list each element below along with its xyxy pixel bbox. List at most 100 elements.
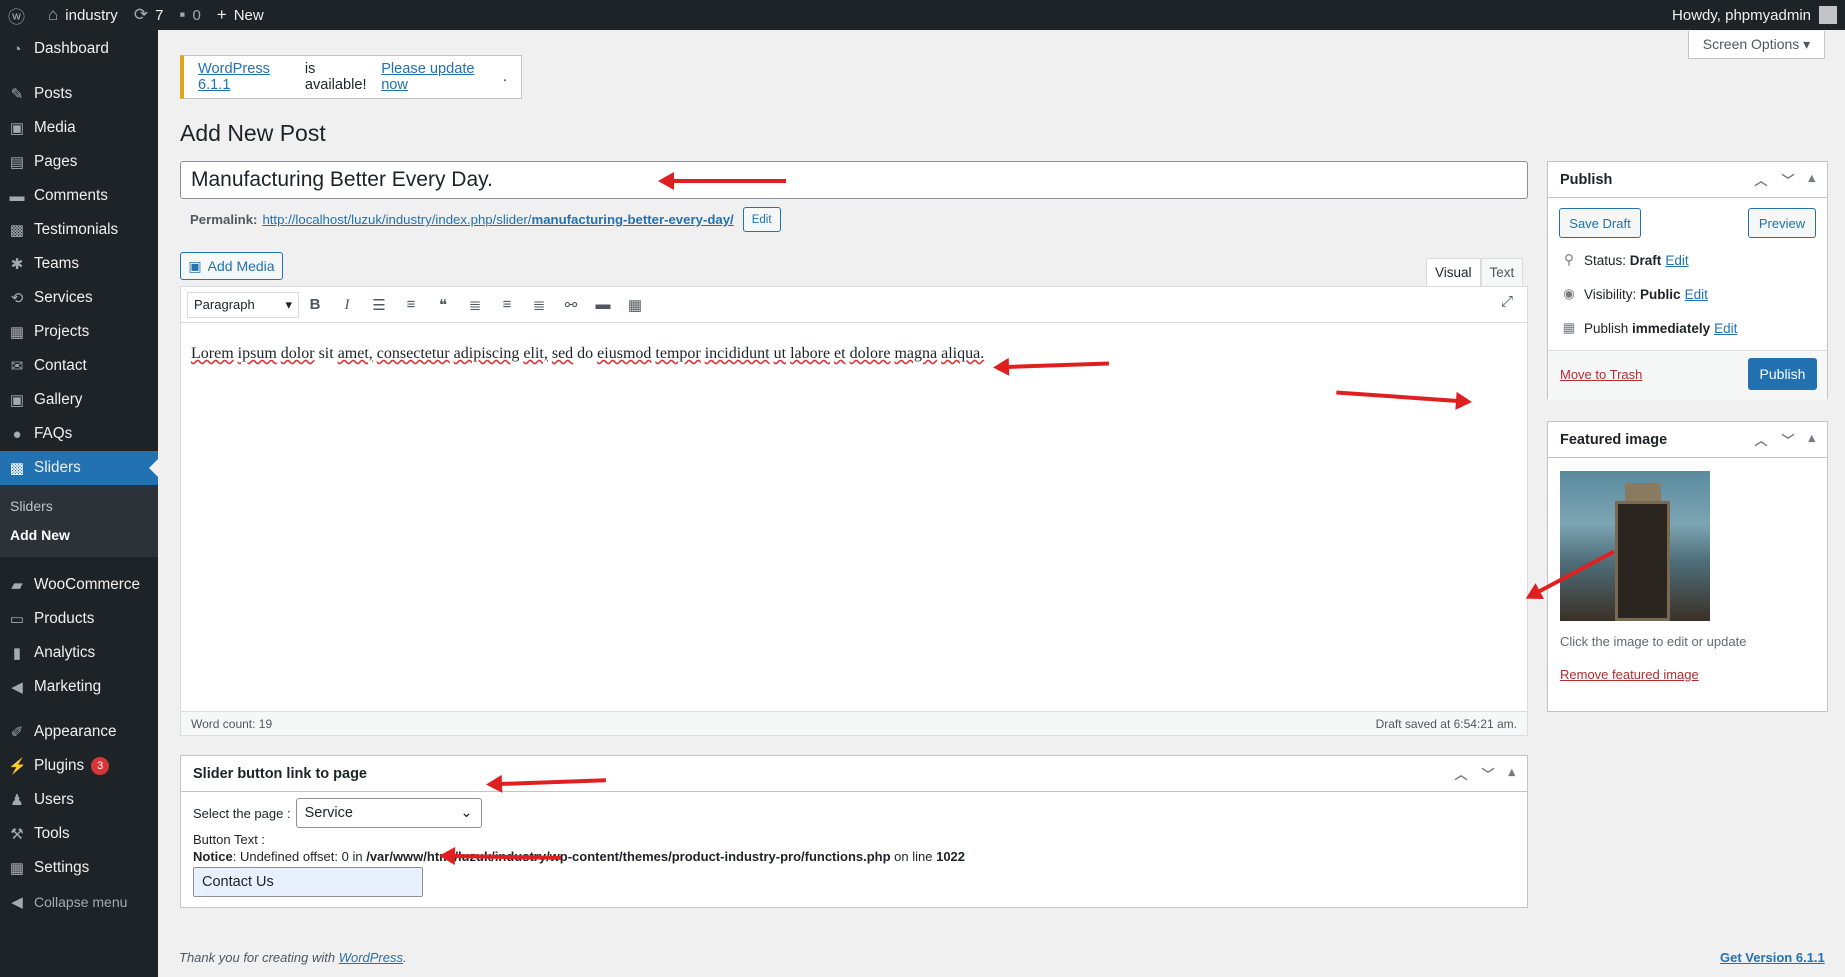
admin-sidebar: ◔ Dashboard ✎ Posts ▣ Media ▤ Pages ▬ Comments ▩ Te… (0, 30, 158, 977)
sidebar-item-sliders[interactable]: ▩ Sliders (0, 451, 158, 485)
sidebar-item-label: Teams (34, 255, 80, 272)
button-text-input[interactable]: Contact Us (193, 867, 423, 897)
link-icon[interactable]: ⚯ (555, 296, 587, 314)
align-center-icon[interactable]: ≡ (491, 296, 523, 313)
read-more-icon[interactable]: ▬ (587, 296, 619, 313)
sidebar-item-label: Analytics (34, 644, 96, 661)
footer-wordpress-link[interactable]: WordPress (339, 950, 403, 965)
toggle-panel-icon[interactable]: ▴ (1808, 170, 1815, 189)
sidebar-item-appearance[interactable]: ✐ Appearance (0, 715, 158, 749)
slider-link-metabox: Slider button link to page ︿ ﹀ ▴ Select th… (180, 755, 1528, 908)
sidebar-item-tools[interactable]: ⚒ Tools (0, 817, 158, 851)
draft-saved-text: Draft saved at 6:54:21 am. (1375, 716, 1517, 731)
content-word: magna (894, 345, 938, 362)
numbered-list-icon[interactable]: ≡ (395, 296, 427, 313)
footer-thanks: Thank you for creating with WordPress. (179, 950, 407, 965)
sidebar-item-comments[interactable]: ▬ Comments (0, 179, 158, 213)
status-label: Status: (1584, 252, 1627, 268)
screen-options-button[interactable]: Screen Options ▾ (1688, 31, 1825, 59)
sidebar-item-gallery[interactable]: ▣ Gallery (0, 383, 158, 417)
post-title-input[interactable]: Manufacturing Better Every Day. (180, 161, 1528, 199)
move-up-icon[interactable]: ︿ (1754, 170, 1767, 189)
sidebar-item-users[interactable]: ♟ Users (0, 783, 158, 817)
sidebar-item-contact[interactable]: ✉ Contact (0, 349, 158, 383)
plugins-update-badge: 3 (91, 757, 110, 775)
comments-link[interactable]: ▪ 0 (171, 0, 208, 30)
align-left-icon[interactable]: ≣ (459, 296, 491, 314)
submenu-add-new[interactable]: Add New (0, 520, 158, 549)
add-media-button[interactable]: ▣ Add Media (180, 252, 283, 280)
move-down-icon[interactable]: ﹀ (1481, 764, 1494, 783)
sidebar-item-plugins[interactable]: ⚡ Plugins 3 (0, 749, 158, 783)
bullet-list-icon[interactable]: ☰ (363, 296, 395, 314)
sidebar-item-faqs[interactable]: ● FAQs (0, 417, 158, 451)
edit-visibility-link[interactable]: Edit (1685, 287, 1708, 302)
format-select[interactable]: Paragraph ▾ (187, 291, 299, 318)
content-word: labore (790, 345, 831, 362)
permalink-url[interactable]: http://localhost/luzuk/industry/index.ph… (262, 212, 738, 227)
sidebar-item-woocommerce[interactable]: ▰ WooCommerce (0, 568, 158, 602)
collapse-label: Collapse menu (34, 894, 128, 910)
site-name-link[interactable]: ⌂ industry (40, 0, 126, 30)
sidebar-item-testimonials[interactable]: ▩ Testimonials (0, 213, 158, 247)
toggle-panel-icon[interactable]: ▴ (1808, 430, 1815, 449)
blockquote-icon[interactable]: ❝ (427, 296, 459, 314)
fullscreen-icon[interactable]: ⤢ (1497, 293, 1517, 310)
update-now-link[interactable]: Please update now (381, 61, 499, 93)
my-account-menu[interactable]: Howdy, phpmyadmin (1672, 6, 1845, 24)
sidebar-item-marketing[interactable]: ◀ Marketing (0, 670, 158, 704)
align-right-icon[interactable]: ≣ (523, 296, 555, 314)
sidebar-item-dashboard[interactable]: ◔ Dashboard (0, 32, 158, 66)
wp-logo-menu[interactable]: ⓦ (0, 0, 40, 30)
move-up-icon[interactable]: ︿ (1454, 764, 1467, 783)
submenu-sliders[interactable]: Sliders (0, 491, 158, 520)
format-value: Paragraph (194, 297, 255, 312)
sidebar-item-services[interactable]: ⟲ Services (0, 281, 158, 315)
updates-icon: ⟳ (133, 5, 149, 24)
get-version-link[interactable]: Get Version 6.1.1 (1720, 950, 1825, 965)
content-word: tempor (655, 345, 701, 362)
publish-title: Publish (1560, 171, 1613, 188)
edit-permalink-button[interactable]: Edit (742, 207, 781, 232)
publish-header: Publish ︿ ﹀ ▴ (1548, 162, 1827, 198)
tab-visual[interactable]: Visual (1426, 258, 1481, 286)
page-select[interactable]: Service ⌄ (295, 798, 482, 828)
notice-line: 1022 (936, 849, 966, 864)
sidebar-item-analytics[interactable]: ▮ Analytics (0, 636, 158, 670)
content-word: adipiscing (453, 345, 520, 362)
toggle-panel-icon[interactable]: ▴ (1508, 764, 1515, 783)
move-down-icon[interactable]: ﹀ (1781, 430, 1794, 449)
notice-online: on line (890, 849, 937, 864)
preview-button[interactable]: Preview (1748, 208, 1816, 238)
sidebar-item-pages[interactable]: ▤ Pages (0, 145, 158, 179)
projects-icon: ▦ (9, 324, 25, 341)
site-name: industry (65, 6, 118, 24)
updates-link[interactable]: ⟳ 7 (126, 0, 172, 30)
sidebar-item-posts[interactable]: ✎ Posts (0, 77, 158, 111)
move-down-icon[interactable]: ﹀ (1781, 170, 1794, 189)
save-draft-button[interactable]: Save Draft (1559, 208, 1641, 238)
toolbar-toggle-icon[interactable]: ▦ (619, 296, 651, 314)
version-link[interactable]: WordPress 6.1.1 (198, 61, 301, 93)
sidebar-item-projects[interactable]: ▦ Projects (0, 315, 158, 349)
sidebar-item-label: WooCommerce (34, 576, 140, 593)
remove-featured-image-link[interactable]: Remove featured image (1560, 667, 1699, 682)
tab-text[interactable]: Text (1480, 258, 1524, 286)
new-content-link[interactable]: + New (209, 0, 272, 30)
collapse-menu-button[interactable]: ◀ Collapse menu (0, 885, 158, 919)
sidebar-item-products[interactable]: ▭ Products (0, 602, 158, 636)
move-up-icon[interactable]: ︿ (1754, 430, 1767, 449)
sidebar-item-settings[interactable]: ▦ Settings (0, 851, 158, 885)
edit-status-link[interactable]: Edit (1665, 253, 1688, 268)
bold-icon[interactable]: B (299, 296, 331, 313)
featured-image[interactable] (1560, 471, 1710, 621)
sidebar-item-label: Appearance (34, 723, 117, 740)
italic-icon[interactable]: I (331, 296, 363, 314)
publish-button[interactable]: Publish (1748, 358, 1817, 390)
sidebar-item-label: Settings (34, 859, 90, 876)
editor-content[interactable]: Lorem ipsum dolor sit amet, consectetur … (181, 323, 1527, 385)
sidebar-item-media[interactable]: ▣ Media (0, 111, 158, 145)
edit-schedule-link[interactable]: Edit (1714, 321, 1737, 336)
move-to-trash-link[interactable]: Move to Trash (1560, 367, 1642, 382)
sidebar-item-teams[interactable]: ✱ Teams (0, 247, 158, 281)
